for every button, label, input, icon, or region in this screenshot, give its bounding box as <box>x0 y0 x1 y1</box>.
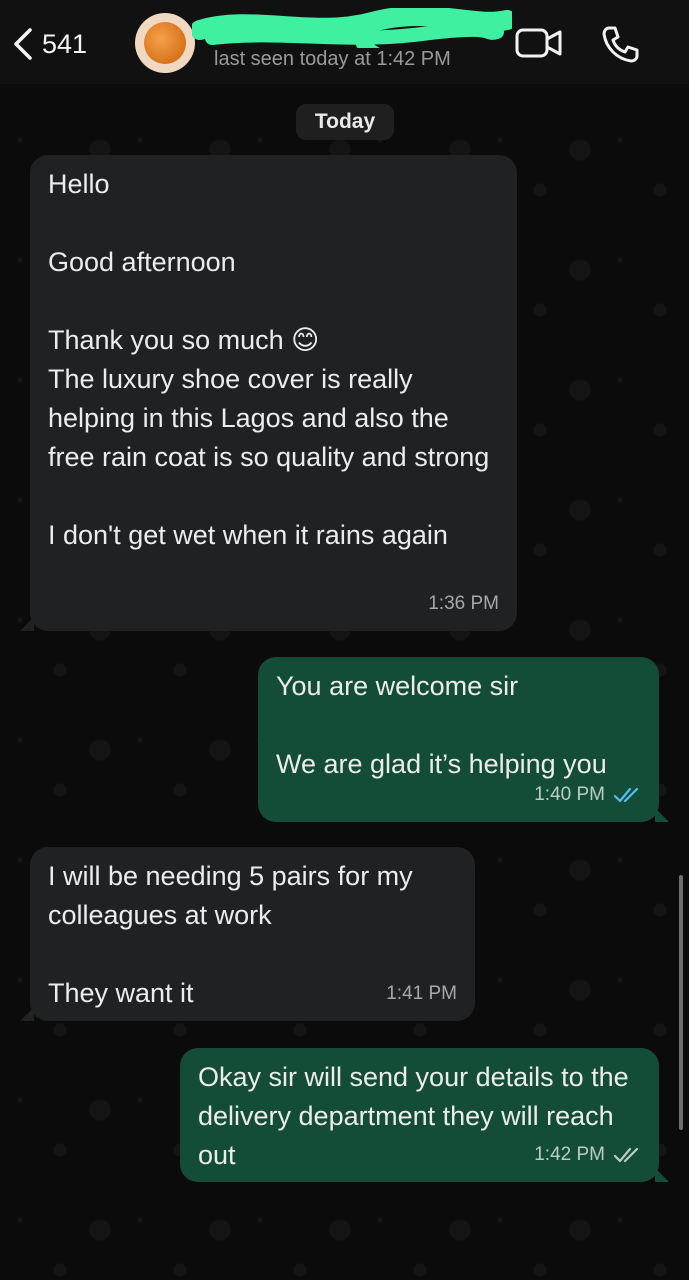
bubble-tail <box>655 808 669 822</box>
avatar-image <box>144 22 186 64</box>
message-meta: 1:40 PM <box>534 775 641 814</box>
video-call-icon <box>515 28 562 58</box>
message-meta: 1:36 PM <box>428 584 499 623</box>
date-separator: Today <box>296 104 394 140</box>
unread-count: 541 <box>42 28 88 59</box>
message-bubble-incoming[interactable]: I will be needing 5 pairs for my colleag… <box>20 847 475 1021</box>
message-bubble-outgoing[interactable]: Okay sir will send your details to the d… <box>180 1048 669 1182</box>
message-text: Hello Good afternoon Thank you so much 😊… <box>48 169 490 550</box>
message-time: 1:36 PM <box>428 593 499 614</box>
back-button[interactable]: 541 <box>12 22 87 66</box>
message-text: You are welcome sir We are glad it’s hel… <box>276 671 607 779</box>
bubble-tail <box>20 1007 34 1021</box>
message-meta: 1:41 PM <box>386 974 457 1013</box>
bubble-tail <box>20 617 34 631</box>
delivered-ticks-icon <box>613 1147 639 1162</box>
avatar[interactable] <box>135 13 195 73</box>
phone-icon <box>602 26 639 63</box>
message-time: 1:41 PM <box>386 983 457 1004</box>
message-time: 1:40 PM <box>534 784 605 805</box>
message-bubble-incoming[interactable]: Hello Good afternoon Thank you so much 😊… <box>20 155 517 631</box>
message-bubble-outgoing[interactable]: You are welcome sir We are glad it’s hel… <box>258 657 669 822</box>
chevron-left-icon <box>14 28 32 60</box>
chat-scrollbar[interactable] <box>679 875 683 1130</box>
video-call-button[interactable] <box>515 26 563 65</box>
voice-call-button[interactable] <box>600 24 640 69</box>
chat-header: 541 last seen today at 1:42 PM <box>0 0 689 84</box>
bubble-tail <box>655 1168 669 1182</box>
read-ticks-icon <box>613 787 639 802</box>
contact-name-redaction <box>192 8 512 48</box>
last-seen-status: last seen today at 1:42 PM <box>214 48 451 70</box>
message-meta: 1:42 PM <box>534 1135 641 1174</box>
message-time: 1:42 PM <box>534 1144 605 1165</box>
